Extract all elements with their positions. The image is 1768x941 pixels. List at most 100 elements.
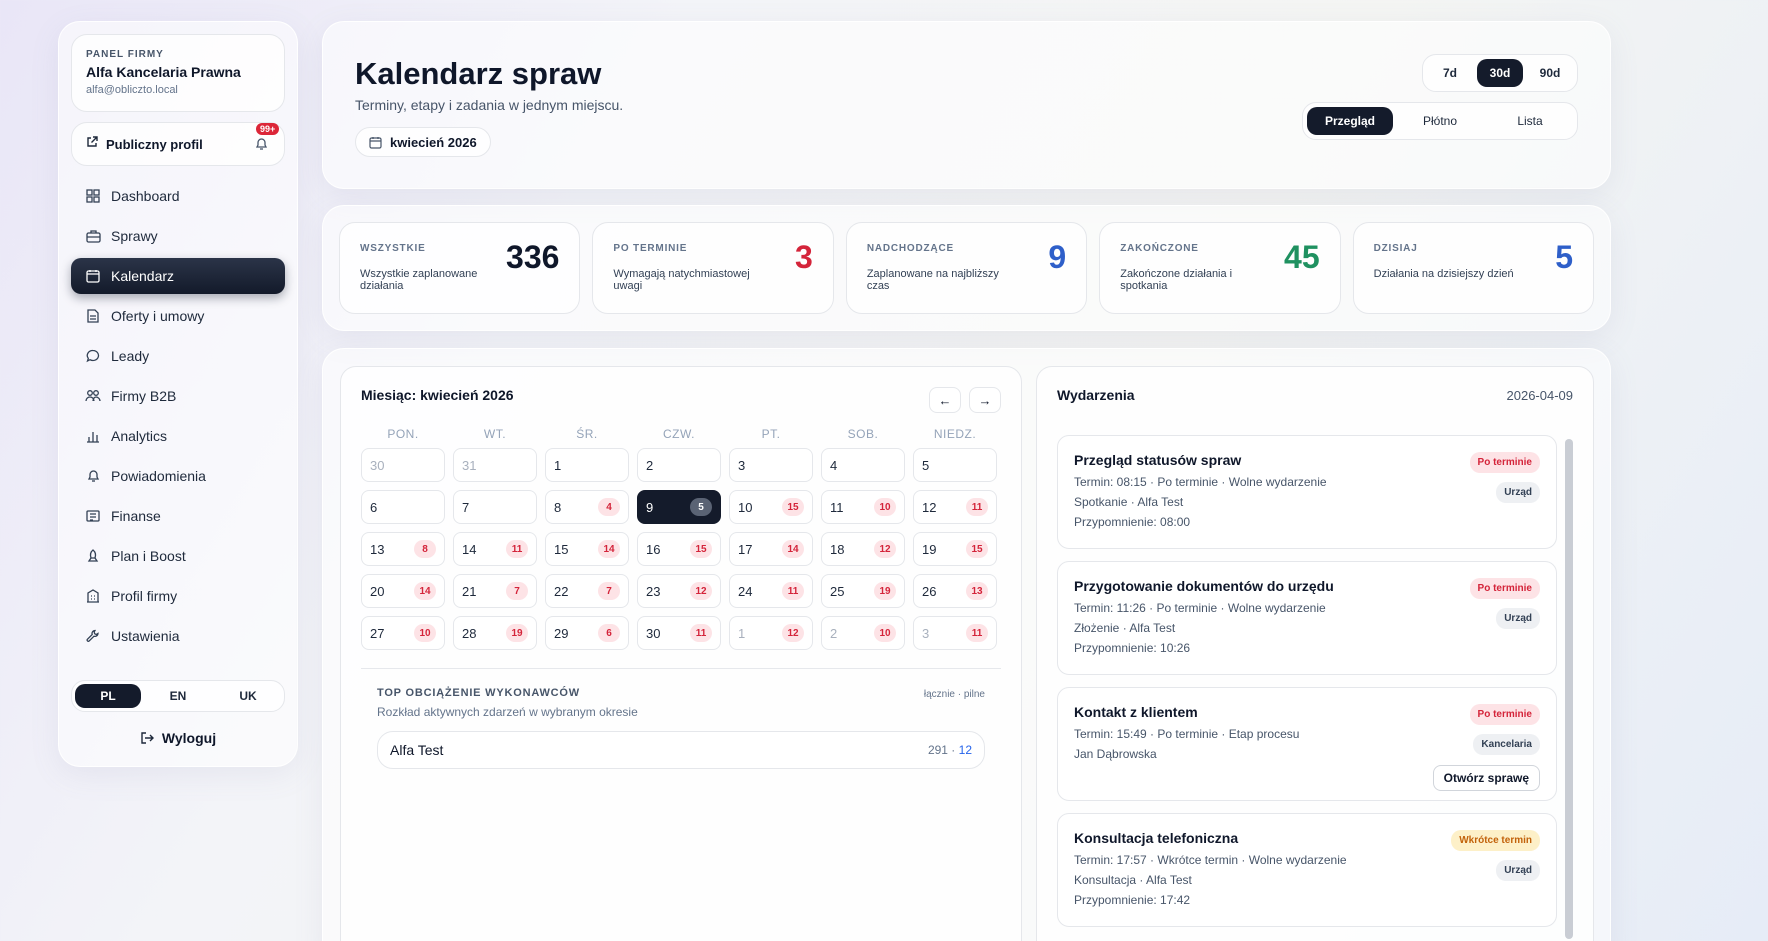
sidebar-item-leady[interactable]: Leady — [71, 338, 285, 374]
sidebar-item-analytics[interactable]: Analytics — [71, 418, 285, 454]
events-scrollbar[interactable] — [1565, 439, 1573, 939]
event-detail: Termin: 11:26 · Po terminie · Wolne wyda… — [1074, 601, 1326, 615]
calendar-day[interactable]: 14 11 — [453, 532, 537, 566]
day-event-count: 11 — [690, 624, 712, 642]
calendar-day[interactable]: 23 12 — [637, 574, 721, 608]
range-30d[interactable]: 30d — [1477, 59, 1523, 87]
calendar-day[interactable]: 3 — [729, 448, 813, 482]
calendar-day[interactable]: 24 11 — [729, 574, 813, 608]
calendar-day[interactable]: 30 — [361, 448, 445, 482]
calendar-day[interactable]: 19 15 — [913, 532, 997, 566]
event-card[interactable]: Przygotowanie dokumentów do urzędu Termi… — [1057, 561, 1557, 675]
next-month-button[interactable]: → — [969, 387, 1001, 413]
calendar-day[interactable]: 27 10 — [361, 616, 445, 650]
day-event-count: 14 — [414, 582, 436, 600]
calendar-day[interactable]: 2 10 — [821, 616, 905, 650]
sidebar-item-plan-i-boost[interactable]: Plan i Boost — [71, 538, 285, 574]
building-icon — [85, 588, 101, 604]
prev-month-button[interactable]: ← — [929, 387, 961, 413]
calendar-day[interactable]: 9 5 — [637, 490, 721, 524]
event-category-tag: Kancelaria — [1473, 734, 1540, 755]
calendar-day[interactable]: 8 4 — [545, 490, 629, 524]
view-tab-0[interactable]: Przegląd — [1307, 107, 1393, 135]
view-tab-2[interactable]: Lista — [1487, 107, 1573, 135]
content-panel: Miesiąc: kwiecień 2026 ← → PON. WT. ŚR. CZW… — [322, 348, 1611, 941]
public-profile-label: Publiczny profil — [106, 136, 203, 152]
sidebar-item-sprawy[interactable]: Sprawy — [71, 218, 285, 254]
calendar-day[interactable]: 25 19 — [821, 574, 905, 608]
range-7d[interactable]: 7d — [1427, 59, 1473, 87]
sidebar-item-dashboard[interactable]: Dashboard — [71, 178, 285, 214]
calendar-day[interactable]: 13 8 — [361, 532, 445, 566]
calendar-day[interactable]: 1 12 — [729, 616, 813, 650]
sidebar-item-label: Firmy B2B — [111, 388, 177, 404]
briefcase-icon — [85, 228, 101, 244]
calendar-day[interactable]: 29 6 — [545, 616, 629, 650]
bell-icon — [85, 468, 101, 484]
sidebar-item-kalendarz[interactable]: Kalendarz — [71, 258, 285, 294]
calendar-day[interactable]: 26 13 — [913, 574, 997, 608]
users-icon — [85, 388, 101, 404]
public-profile-button[interactable]: Publiczny profil 99+ — [71, 122, 285, 166]
event-card[interactable]: Konsultacja telefoniczna Termin: 17:57 ·… — [1057, 813, 1557, 927]
calendar-day[interactable]: 4 — [821, 448, 905, 482]
document-icon — [85, 308, 101, 324]
calendar-day[interactable]: 7 — [453, 490, 537, 524]
sidebar-item-powiadomienia[interactable]: Powiadomienia — [71, 458, 285, 494]
workload-values: 291 · 12 — [927, 743, 972, 757]
day-event-count: 10 — [874, 624, 896, 642]
calendar-day[interactable]: 17 14 — [729, 532, 813, 566]
workload-name: Alfa Test — [390, 742, 444, 758]
calendar-day[interactable]: 3 11 — [913, 616, 997, 650]
month-pill-label: kwiecień 2026 — [390, 134, 477, 150]
event-card[interactable]: Przegląd statusów spraw Termin: 08:15 · … — [1057, 435, 1557, 549]
calendar-day[interactable]: 28 19 — [453, 616, 537, 650]
calendar-day[interactable]: 20 14 — [361, 574, 445, 608]
sidebar-item-profil-firmy[interactable]: Profil firmy — [71, 578, 285, 614]
notifications-bell[interactable]: 99+ — [252, 123, 280, 153]
stat-value: 336 — [506, 239, 560, 275]
month-pill[interactable]: kwiecień 2026 — [355, 127, 491, 157]
calendar-day[interactable]: 22 7 — [545, 574, 629, 608]
calendar-day[interactable]: 1 — [545, 448, 629, 482]
sidebar-item-label: Ustawienia — [111, 628, 180, 644]
company-card: PANEL FIRMY Alfa Kancelaria Prawna alfa@… — [71, 34, 285, 112]
event-detail: Przypomnienie: 08:00 — [1074, 515, 1191, 529]
lang-pl[interactable]: PL — [75, 684, 141, 708]
calendar-day[interactable]: 18 12 — [821, 532, 905, 566]
day-number: 1 — [554, 457, 562, 473]
day-number: 21 — [462, 583, 477, 599]
workload-row[interactable]: Alfa Test 291 · 12 — [377, 731, 985, 769]
calendar-day[interactable]: 21 7 — [453, 574, 537, 608]
open-case-button[interactable]: Otwórz sprawę — [1432, 765, 1540, 791]
sidebar-item-oferty-i-umowy[interactable]: Oferty i umowy — [71, 298, 285, 334]
lang-uk[interactable]: UK — [215, 684, 281, 708]
day-number: 29 — [554, 625, 569, 641]
sidebar-item-firmy-b2b[interactable]: Firmy B2B — [71, 378, 285, 414]
calendar-day[interactable]: 12 11 — [913, 490, 997, 524]
wrench-icon — [85, 628, 101, 644]
day-event-count: 14 — [598, 540, 620, 558]
calendar-day[interactable]: 11 10 — [821, 490, 905, 524]
view-tab-1[interactable]: Płótno — [1397, 107, 1483, 135]
calendar-day[interactable]: 5 — [913, 448, 997, 482]
calendar-day[interactable]: 10 15 — [729, 490, 813, 524]
day-event-count: 5 — [690, 498, 712, 516]
calendar-day[interactable]: 2 — [637, 448, 721, 482]
external-link-icon — [86, 135, 98, 153]
sidebar: PANEL FIRMY Alfa Kancelaria Prawna alfa@… — [58, 21, 298, 767]
event-card[interactable]: Kontakt z klientem Termin: 15:49 · Po te… — [1057, 687, 1557, 801]
calendar-day[interactable]: 16 15 — [637, 532, 721, 566]
day-number: 30 — [370, 457, 385, 473]
range-90d[interactable]: 90d — [1527, 59, 1573, 87]
calendar-day[interactable]: 31 — [453, 448, 537, 482]
weekday-label: SOB. — [847, 427, 879, 441]
calendar-day[interactable]: 15 14 — [545, 532, 629, 566]
lang-en[interactable]: EN — [145, 684, 211, 708]
calendar-day[interactable]: 30 11 — [637, 616, 721, 650]
sidebar-item-finanse[interactable]: Finanse — [71, 498, 285, 534]
logout-button[interactable]: Wyloguj — [71, 730, 285, 746]
sidebar-item-ustawienia[interactable]: Ustawienia — [71, 618, 285, 654]
calendar-day[interactable]: 6 — [361, 490, 445, 524]
company-eyebrow: PANEL FIRMY — [86, 49, 164, 60]
